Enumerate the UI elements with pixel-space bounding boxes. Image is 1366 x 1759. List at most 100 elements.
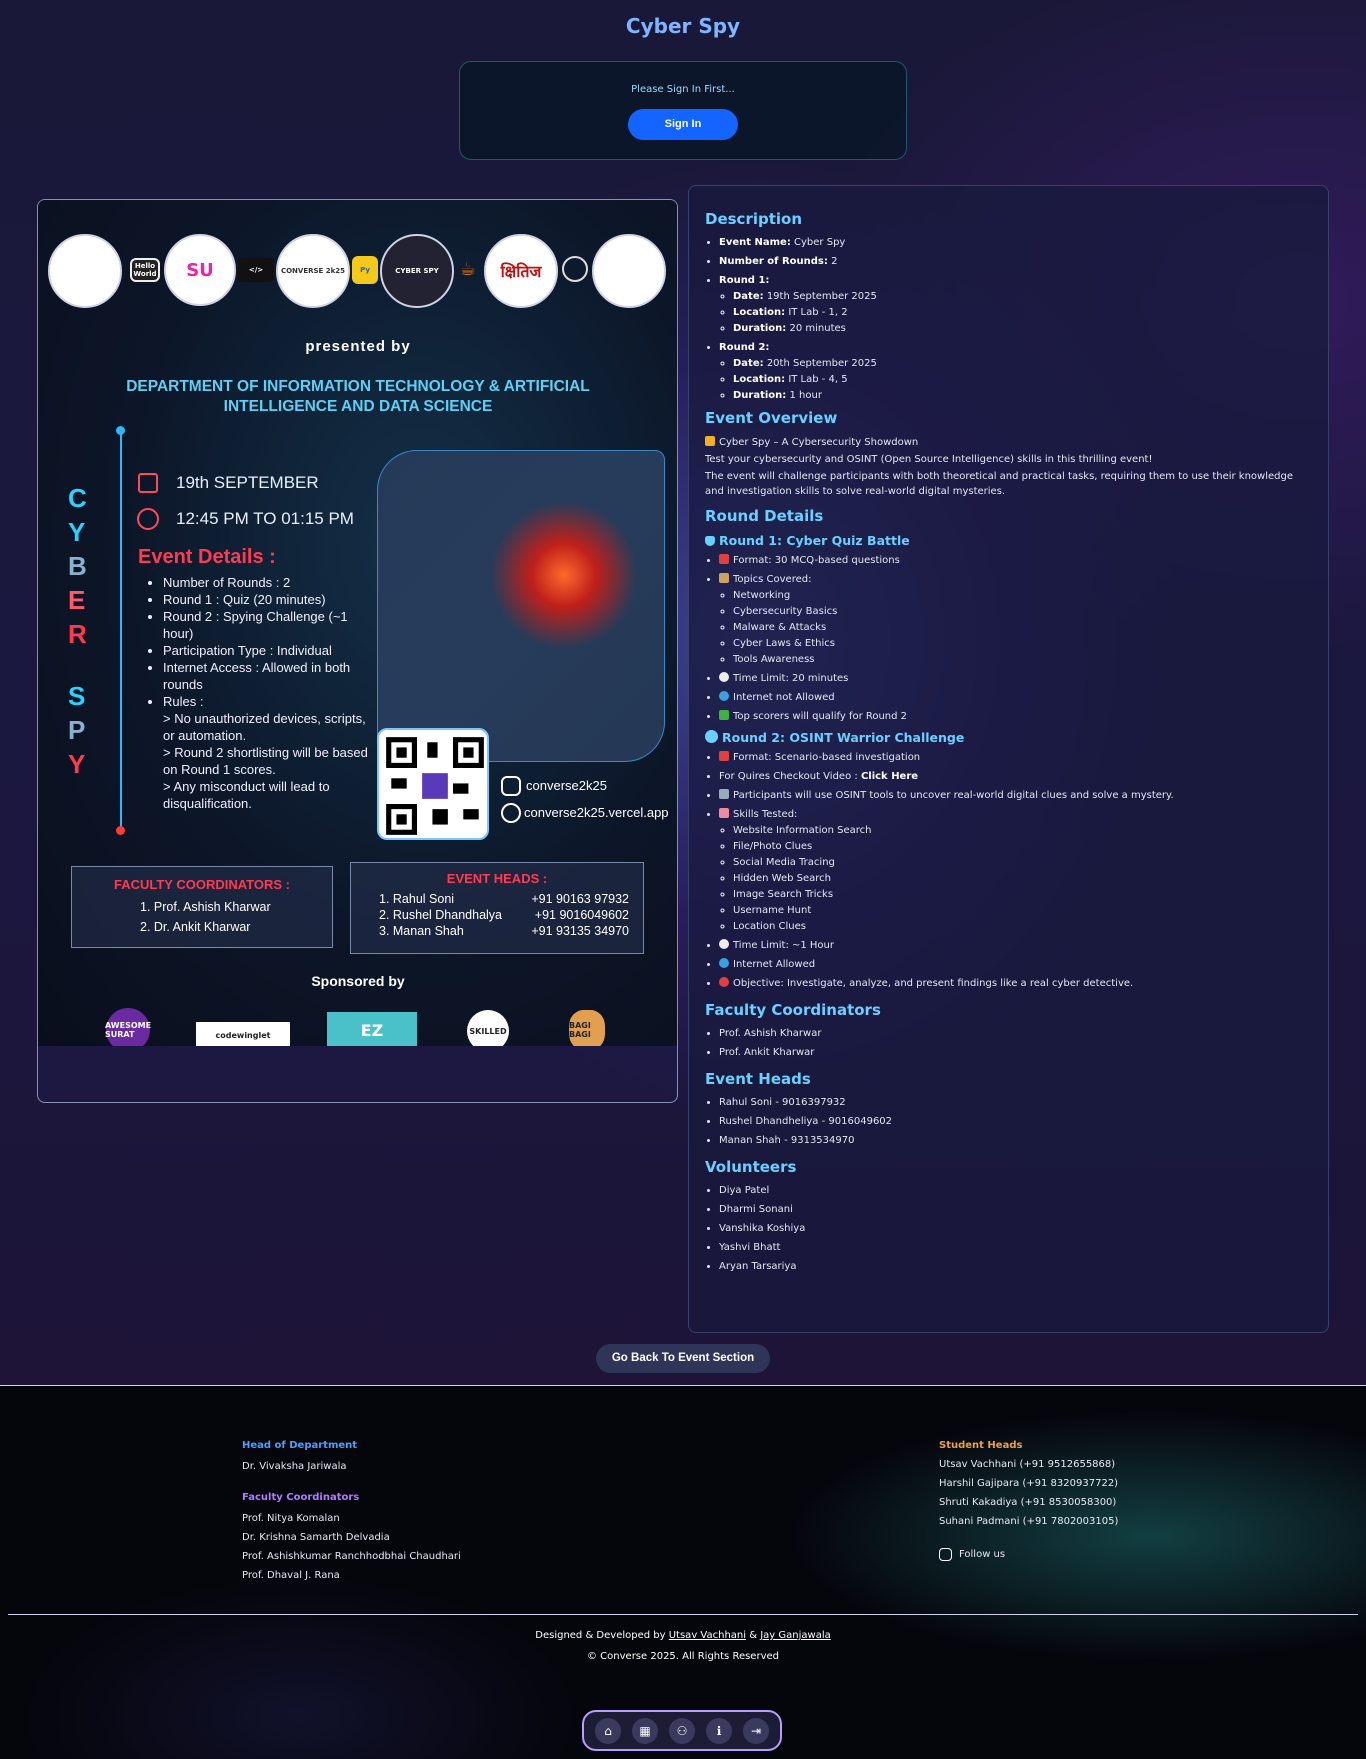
footer-line: Dr. Vivaksha Jariwala [242, 1461, 347, 1472]
list-item: Rahul Soni - 9016397932 [719, 1096, 1312, 1110]
rule-item: > No unauthorized devices, scripts, or a… [163, 711, 366, 743]
list-item: Username Hunt [733, 904, 1312, 918]
copyright: © Converse 2025. All Rights Reserved [587, 1651, 779, 1662]
credit-text: Designed & Developed by [535, 1630, 666, 1641]
list-item: Manan Shah - 9313534970 [719, 1134, 1312, 1148]
developer-link[interactable]: Jay Ganjawala [760, 1630, 831, 1641]
vertical-letter: C [68, 483, 87, 513]
list-item: Topics Covered: Networking Cybersecurity… [719, 573, 1312, 667]
sign-in-button[interactable]: Sign In [628, 109, 738, 140]
login-icon[interactable]: ⇥ [743, 1717, 769, 1744]
round1-list: Format: 30 MCQ-based questions Topics Co… [719, 554, 1312, 724]
python-icon: Py [352, 256, 378, 284]
event-detail-item: Number of Rounds : 2 [163, 574, 371, 591]
box-title: FACULTY COORDINATORS : [114, 877, 290, 892]
vertical-letter: Y [68, 749, 86, 779]
list-item: Number of Rounds: 2 [719, 255, 1312, 269]
item-text: Time Limit: ~1 Hour [733, 940, 834, 951]
calendar-icon[interactable]: ▦ [632, 1717, 658, 1744]
event-detail-item: Rules : [163, 693, 371, 710]
head-row: 3. Manan Shah +91 93135 34970 [379, 924, 629, 938]
item-text: Objective: Investigate, analyze, and pre… [733, 978, 1134, 989]
box-title: EVENT HEADS : [446, 871, 548, 886]
brain-icon [719, 808, 729, 818]
value: IT Lab - 4, 5 [788, 374, 848, 385]
item-text: Top scorers will qualify for Round 2 [733, 711, 908, 722]
kshitij-logo: क्षितिज [484, 234, 558, 308]
follow-us-link[interactable]: Follow us [939, 1545, 1118, 1564]
item-text: Internet Allowed [733, 959, 816, 970]
list-item: Format: 30 MCQ-based questions [719, 554, 1312, 568]
presented-by: presented by [305, 338, 411, 355]
qr-code [377, 728, 489, 840]
poster-website: converse2k25.vercel.app [524, 805, 669, 820]
box-line: 2. Dr. Ankit Kharwar [140, 920, 251, 934]
sponsor-logo: SKILLED [467, 1010, 509, 1046]
section-heading: Event Overview [705, 409, 838, 427]
padlock-illustration [377, 450, 665, 762]
list-item: Prof. Ankit Kharwar [719, 1046, 1312, 1060]
list-item: Internet not Allowed [719, 691, 1312, 705]
value: 1 hour [789, 390, 822, 401]
vertical-letter: R [68, 619, 87, 649]
section-heading: Round Details [705, 507, 824, 525]
footer-line: Dr. Krishna Samarth Delvadia [242, 1532, 390, 1543]
list-item: Website Information Search [733, 824, 1312, 838]
faculty-list: Prof. Ashish Kharwar Prof. Ankit Kharwar [719, 1027, 1312, 1060]
click-here-link[interactable]: Click Here [861, 771, 918, 782]
overview-tag-text: Cyber Spy – A Cybersecurity Showdown [719, 437, 919, 448]
round2-list: Format: Scenario-based investigation For… [719, 751, 1312, 991]
stopwatch-icon [719, 672, 729, 682]
poster-time: 12:45 PM TO 01:15 PM [176, 509, 354, 528]
pin-icon [719, 554, 729, 564]
vertical-letter: B [68, 551, 87, 581]
openai-icon [562, 256, 588, 282]
rule-item: > Any misconduct will lead to disqualifi… [163, 779, 330, 811]
college-logo [48, 234, 122, 308]
label: Date: [733, 291, 764, 302]
sponsor-logo: BAGI BAGI [569, 1010, 605, 1046]
back-to-events-button[interactable]: Go Back To Event Section [596, 1344, 770, 1373]
round-title: Round 2: OSINT Warrior Challenge [722, 730, 965, 745]
list-item: Event Name: Cyber Spy [719, 236, 1312, 250]
head-row: 2. Rushel Dhandhalya +91 9016049602 [379, 908, 629, 922]
footer-divider [8, 1614, 1358, 1615]
bottom-nav-dock: ⌂ ▦ ⚇ ℹ ⇥ [582, 1710, 782, 1751]
label: Number of Rounds: [719, 256, 828, 267]
vertical-letter: Y [68, 517, 86, 547]
item-text: Format: Scenario-based investigation [733, 752, 921, 763]
follow-label: Follow us [959, 1549, 1006, 1560]
label: Duration: [733, 323, 787, 334]
heads-list: Rahul Soni - 9016397932 Rushel Dhandheli… [719, 1096, 1312, 1148]
event-detail-item: Round 2 : Spying Challenge (~1 hour) [163, 608, 371, 642]
label: Date: [733, 358, 764, 369]
volunteers-list: Diya Patel Dharmi Sonani Vanshika Koshiy… [719, 1184, 1312, 1274]
people-icon[interactable]: ⚇ [669, 1717, 695, 1744]
list-item: Cybersecurity Basics [733, 605, 1312, 619]
list-item: Location: IT Lab - 4, 5 [733, 373, 1312, 387]
description-list: Event Name: Cyber Spy Number of Rounds: … [719, 236, 1312, 403]
value: 20th September 2025 [766, 358, 877, 369]
list-item: For Quires Checkout Video : Click Here [719, 770, 1312, 784]
info-icon[interactable]: ℹ [706, 1717, 732, 1744]
code-icon: </> [238, 258, 274, 282]
cyber-spy-logo: CYBER SPY [380, 234, 454, 308]
converse-logo: CONVERSE 2k25 [276, 234, 350, 308]
overview-paragraph: Test your cybersecurity and OSINT (Open … [705, 454, 1153, 465]
list-item: Yashvi Bhatt [719, 1241, 1312, 1255]
list-item: Rushel Dhandheliya - 9016049602 [719, 1115, 1312, 1129]
home-icon[interactable]: ⌂ [595, 1717, 621, 1744]
list-item: File/Photo Clues [733, 840, 1312, 854]
rule-item: > Round 2 shortlisting will be based on … [163, 745, 368, 777]
label: Round 1: [719, 275, 770, 286]
developer-link[interactable]: Utsav Vachhani [669, 1630, 746, 1641]
timeline-dot-top [116, 426, 125, 435]
footer-line: Prof. Dhaval J. Rana [242, 1570, 340, 1581]
hello-world-logo: Hello World [130, 258, 160, 282]
list-item: Tools Awareness [733, 653, 1312, 667]
list-item: Format: Scenario-based investigation [719, 751, 1312, 765]
shield-icon [705, 536, 715, 546]
footer-line: Suhani Padmani (+91 7802003105) [939, 1516, 1119, 1527]
section-heading: Event Heads [705, 1070, 811, 1088]
value: 2 [831, 256, 838, 267]
